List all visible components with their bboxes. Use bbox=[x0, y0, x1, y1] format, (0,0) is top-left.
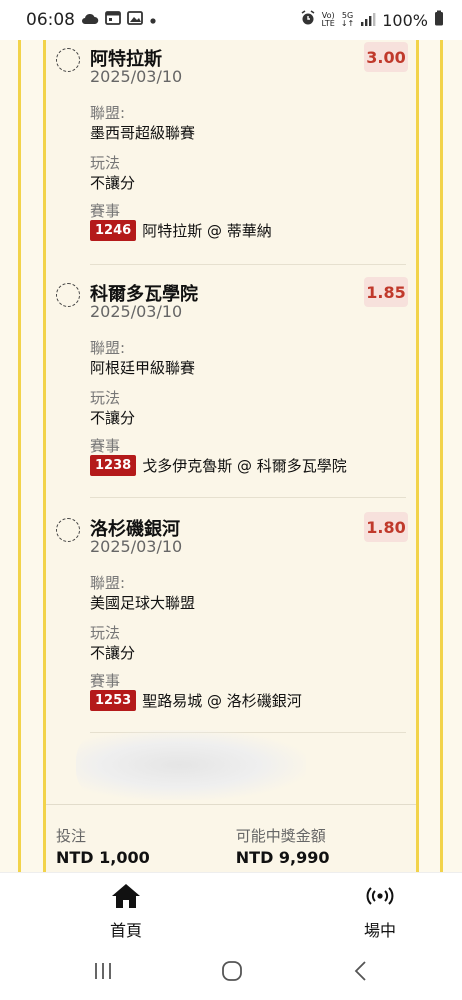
odds-badge[interactable]: 1.80 bbox=[364, 512, 408, 542]
play-label: 玩法 bbox=[90, 389, 121, 407]
payout-label: 可能中獎金額 bbox=[235, 827, 326, 845]
nav-home-label: 首頁 bbox=[110, 921, 143, 940]
bet-date: 2025/03/10 bbox=[90, 67, 183, 86]
totals-row: 投注 NTD 1,000 可能中獎金額 NTD 9,990 bbox=[56, 825, 330, 867]
play-value: 不讓分 bbox=[90, 174, 136, 192]
home-icon bbox=[111, 883, 141, 913]
right-rail bbox=[440, 40, 443, 872]
bottom-nav: 首頁 場中 bbox=[0, 872, 462, 944]
stake-value: NTD 1,000 bbox=[56, 848, 150, 867]
play-value: 不讓分 bbox=[90, 644, 136, 662]
play-value: 不讓分 bbox=[90, 409, 136, 427]
payout-value: NTD 9,990 bbox=[235, 848, 330, 867]
status-bar: 06:08 Vo) LTE 5G ↓↑ 100% bbox=[0, 0, 462, 40]
live-broadcast-icon bbox=[365, 883, 395, 913]
event-id-badge: 1253 bbox=[90, 690, 137, 711]
home-button-icon[interactable] bbox=[220, 960, 244, 987]
payout-block: 可能中獎金額 NTD 9,990 bbox=[236, 825, 330, 867]
cloud-icon bbox=[81, 10, 99, 30]
totals-separator bbox=[46, 804, 416, 805]
event-row: 1253 聖路易城 @ 洛杉磯銀河 bbox=[90, 690, 302, 711]
5g-indicator: 5G ↓↑ bbox=[340, 11, 355, 28]
league-label: 聯盟: bbox=[90, 104, 126, 122]
stake-label: 投注 bbox=[56, 827, 87, 845]
stake-block: 投注 NTD 1,000 bbox=[56, 825, 150, 867]
left-rail bbox=[18, 40, 21, 872]
event-name: 聖路易城 @ 洛杉磯銀河 bbox=[142, 692, 302, 710]
bet-date: 2025/03/10 bbox=[90, 537, 183, 556]
play-label: 玩法 bbox=[90, 154, 121, 172]
bet-date: 2025/03/10 bbox=[90, 302, 183, 321]
bet-slip-card: 阿特拉斯 2025/03/10 3.00 聯盟: 墨西哥超級聯賽 玩法 不讓分 … bbox=[43, 40, 419, 872]
odds-badge[interactable]: 3.00 bbox=[364, 42, 408, 72]
system-nav-bar bbox=[0, 944, 462, 1000]
status-time: 06:08 bbox=[26, 10, 75, 30]
divider bbox=[90, 497, 406, 498]
event-label: 賽事 bbox=[90, 437, 121, 455]
recent-apps-icon[interactable] bbox=[92, 960, 114, 987]
select-radio[interactable] bbox=[56, 48, 80, 72]
notification-dot-icon bbox=[149, 10, 157, 30]
bet-slip-area: 阿特拉斯 2025/03/10 3.00 聯盟: 墨西哥超級聯賽 玩法 不讓分 … bbox=[0, 40, 462, 872]
event-row: 1238 戈多伊克魯斯 @ 科爾多瓦學院 bbox=[90, 455, 347, 476]
league-value: 墨西哥超級聯賽 bbox=[90, 124, 196, 142]
event-name: 戈多伊克魯斯 @ 科爾多瓦學院 bbox=[142, 457, 347, 475]
nav-home[interactable]: 首頁 bbox=[110, 883, 142, 941]
battery-icon bbox=[434, 10, 444, 30]
event-row: 1246 阿特拉斯 @ 蒂華納 bbox=[90, 220, 272, 241]
nav-live-label: 場中 bbox=[364, 921, 397, 940]
event-label: 賽事 bbox=[90, 202, 121, 220]
volte-indicator: Vo) LTE bbox=[321, 11, 335, 28]
play-label: 玩法 bbox=[90, 624, 121, 642]
event-id-badge: 1238 bbox=[90, 455, 137, 476]
league-label: 聯盟: bbox=[90, 574, 126, 592]
event-name: 阿特拉斯 @ 蒂華納 bbox=[142, 222, 272, 240]
league-value: 阿根廷甲級聯賽 bbox=[90, 359, 196, 377]
divider bbox=[90, 264, 406, 265]
battery-text: 100% bbox=[382, 10, 428, 30]
league-label: 聯盟: bbox=[90, 339, 126, 357]
back-icon[interactable] bbox=[352, 960, 370, 987]
odds-badge[interactable]: 1.85 bbox=[364, 277, 408, 307]
signal-icon bbox=[360, 11, 376, 30]
blurred-content bbox=[76, 730, 306, 800]
alarm-icon bbox=[300, 10, 316, 30]
league-value: 美國足球大聯盟 bbox=[90, 594, 196, 612]
select-radio[interactable] bbox=[56, 518, 80, 542]
calendar-icon bbox=[105, 10, 121, 30]
event-id-badge: 1246 bbox=[90, 220, 137, 241]
image-icon bbox=[127, 10, 143, 30]
nav-live[interactable]: 場中 bbox=[364, 883, 396, 941]
select-radio[interactable] bbox=[56, 283, 80, 307]
event-label: 賽事 bbox=[90, 672, 121, 690]
